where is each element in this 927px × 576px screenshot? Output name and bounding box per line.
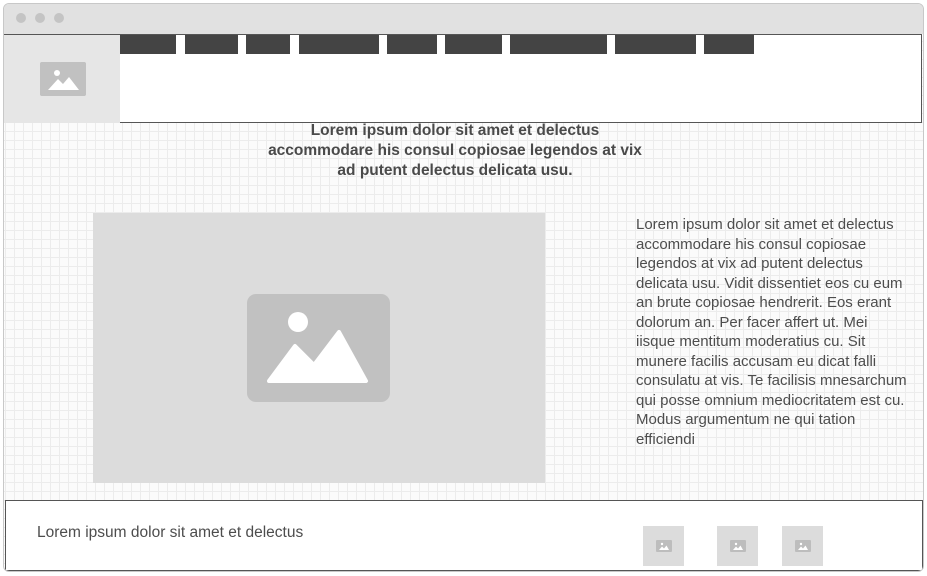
nav-item[interactable] [704,35,754,54]
site-footer: Lorem ipsum dolor sit amet et delectus [5,500,923,571]
browser-window: Lorem ipsum dolor sit amet et delectus a… [3,3,924,572]
window-titlebar [4,4,923,34]
footer-text: Lorem ipsum dolor sit amet et delectus [37,524,304,541]
nav-item[interactable] [299,35,379,54]
nav-item[interactable] [246,35,290,54]
body-paragraph: Lorem ipsum dolor sit amet et delectus a… [636,216,907,448]
image-placeholder-icon [247,294,390,402]
logo[interactable] [4,35,120,123]
site-header [4,34,922,123]
hero-image [93,213,545,483]
footer-thumbnail[interactable] [643,526,684,566]
page-headline: Lorem ipsum dolor sit amet et delectus a… [268,122,642,179]
nav-item[interactable] [615,35,696,54]
nav-item[interactable] [185,35,238,54]
window-control-dot[interactable] [54,13,64,23]
image-placeholder-icon [656,540,672,552]
image-placeholder-icon [795,540,811,552]
nav-item[interactable] [445,35,502,54]
window-control-dot[interactable] [16,13,26,23]
image-placeholder-icon [730,540,746,552]
nav-item[interactable] [510,35,607,54]
nav-item[interactable] [387,35,437,54]
image-placeholder-icon [40,62,86,96]
window-control-dot[interactable] [35,13,45,23]
footer-thumbnail[interactable] [782,526,823,566]
nav-item[interactable] [120,35,176,54]
footer-thumbnail[interactable] [717,526,758,566]
